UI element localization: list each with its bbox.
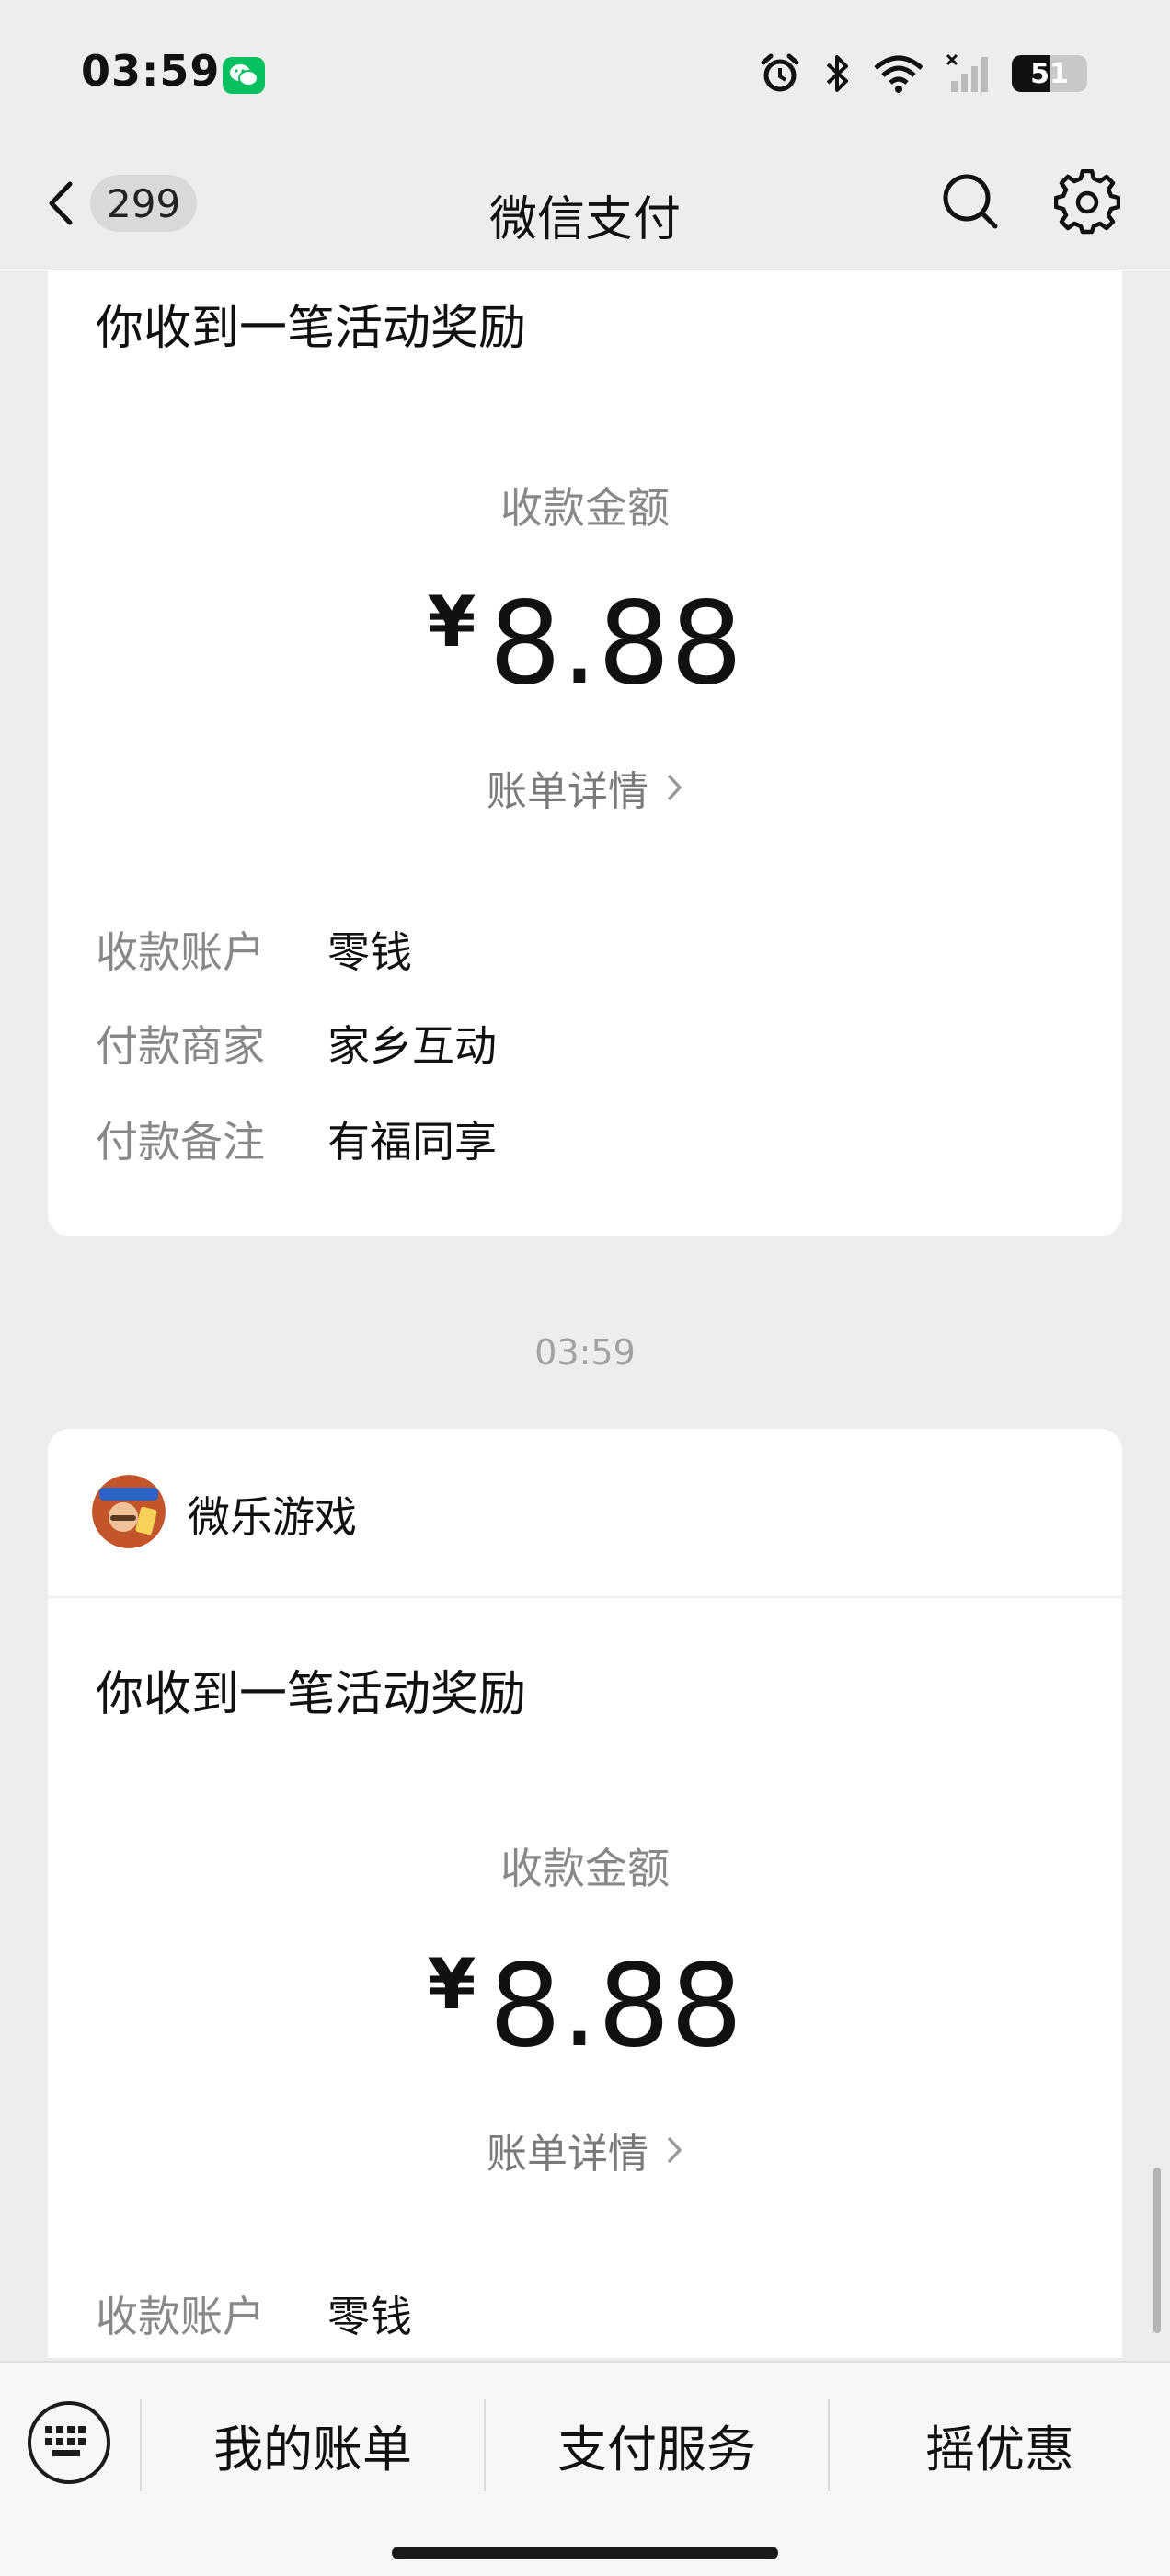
- wechat-icon: [223, 57, 265, 94]
- amount-number: 8.88: [488, 578, 743, 710]
- payment-message-card[interactable]: 微乐游戏 你收到一笔活动奖励 收款金额 ¥8.88 账单详情 收款账户 零钱: [48, 1429, 1122, 2358]
- info-key: 付款备注: [96, 1117, 265, 1167]
- info-value: 零钱: [327, 927, 412, 977]
- keyboard-icon: [45, 2426, 86, 2456]
- bluetooth-icon: [826, 55, 848, 92]
- currency-symbol: ¥: [427, 1943, 476, 2025]
- status-bar: 03:59 51: [0, 0, 1170, 147]
- chevron-right-icon: [667, 2136, 682, 2164]
- info-row-remark: 付款备注 有福同享: [96, 1111, 497, 1167]
- status-time: 03:59: [81, 46, 221, 96]
- amount-value: ¥8.88: [48, 578, 1122, 710]
- payment-message-card[interactable]: 你收到一笔活动奖励 收款金额 ¥8.88 账单详情 收款账户 零钱 付款商家 家…: [48, 270, 1122, 1236]
- bottom-menu: 我的账单 支付服务 摇优惠: [0, 2361, 1170, 2576]
- info-key: 付款商家: [96, 1021, 265, 1071]
- amount-number: 8.88: [488, 1940, 743, 2073]
- info-value: 零钱: [327, 2292, 412, 2341]
- message-timestamp: 03:59: [534, 1332, 636, 1373]
- card-header[interactable]: 微乐游戏: [48, 1429, 1122, 1598]
- scrollbar[interactable]: [1153, 2168, 1161, 2333]
- battery-icon: 51: [1012, 55, 1087, 92]
- info-row-account: 收款账户 零钱: [96, 2286, 412, 2341]
- info-key: 收款账户: [96, 2292, 265, 2341]
- battery-level: 51: [1030, 57, 1069, 90]
- info-value: 家乡互动: [327, 1021, 497, 1071]
- menu-item-shake-offers[interactable]: 摇优惠: [830, 2363, 1170, 2526]
- status-icons: 51: [758, 52, 1087, 96]
- app-name: 微乐游戏: [188, 1492, 357, 1542]
- bill-details-link[interactable]: 账单详情: [48, 2121, 1122, 2179]
- amount-label: 收款金额: [500, 1844, 670, 1893]
- bill-details-link[interactable]: 账单详情: [48, 758, 1122, 817]
- search-icon[interactable]: [938, 169, 1003, 234]
- info-row-account: 收款账户 零钱: [96, 922, 412, 977]
- currency-symbol: ¥: [427, 581, 476, 662]
- card-title: 你收到一笔活动奖励: [96, 1667, 527, 1722]
- amount-label: 收款金额: [500, 483, 670, 533]
- app-avatar: [92, 1475, 166, 1548]
- gear-icon[interactable]: [1054, 169, 1120, 236]
- home-indicator[interactable]: [392, 2547, 778, 2559]
- bill-details-label: 账单详情: [487, 768, 648, 815]
- wechat-pay-chat-page: 03:59 51 299 微信支付 你收到一笔活动奖励 收款金额 ¥ 8.88 …: [0, 0, 1170, 2576]
- menu-item-my-bills[interactable]: 我的账单: [142, 2363, 484, 2526]
- chevron-right-icon: [667, 774, 682, 801]
- cellular-signal-icon: [946, 53, 988, 92]
- info-key: 收款账户: [96, 927, 265, 977]
- alarm-icon: [761, 53, 799, 92]
- bill-details-label: 账单详情: [487, 2131, 648, 2178]
- wifi-icon: [874, 55, 923, 93]
- nav-bar: 299 微信支付: [0, 147, 1170, 270]
- info-value: 有福同享: [327, 1117, 497, 1167]
- amount-value: ¥8.88: [48, 1940, 1122, 2073]
- info-row-merchant: 付款商家 家乡互动: [96, 1016, 497, 1071]
- card-title: 你收到一笔活动奖励: [96, 301, 527, 356]
- menu-item-payment-services[interactable]: 支付服务: [486, 2363, 828, 2526]
- keyboard-toggle-button[interactable]: [28, 2401, 110, 2484]
